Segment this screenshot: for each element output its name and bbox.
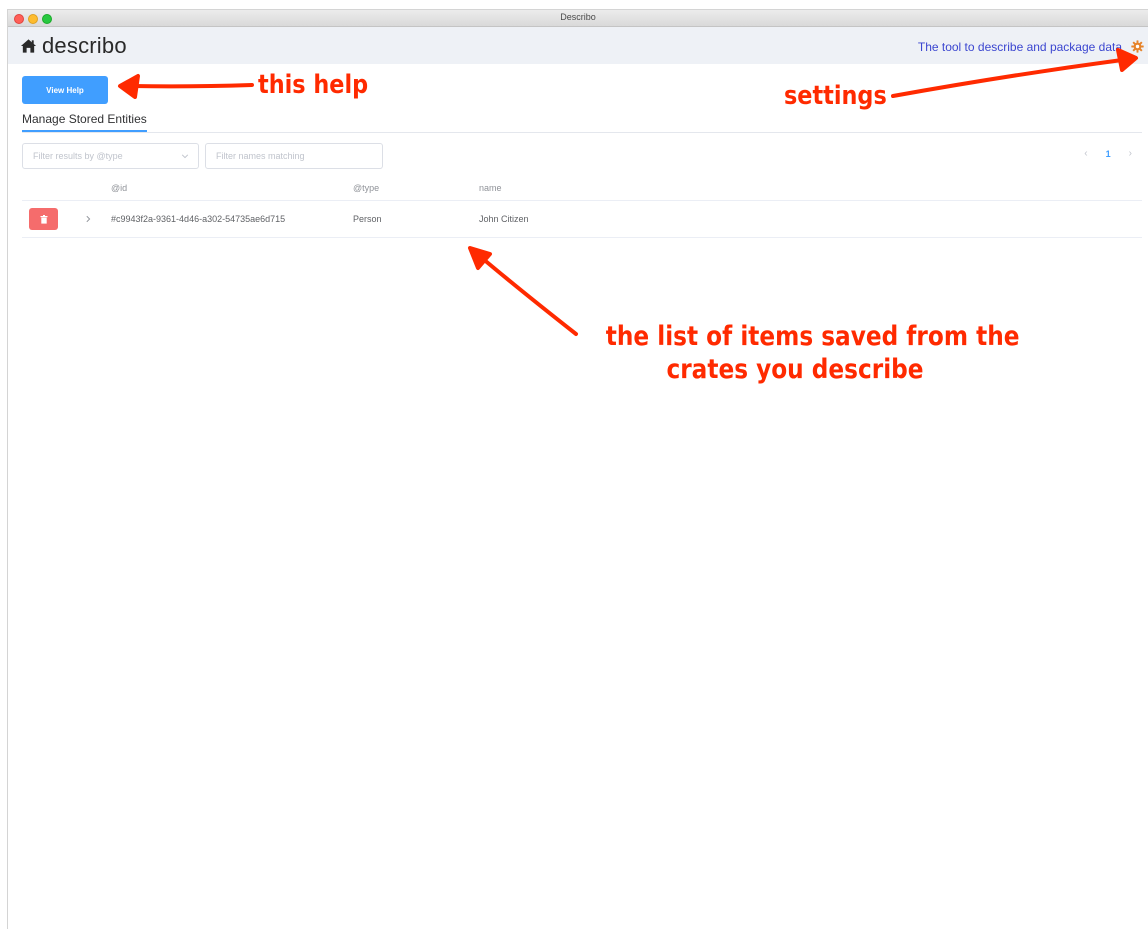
- view-help-button[interactable]: View Help: [22, 76, 108, 104]
- entity-name: John Citizen: [479, 214, 529, 224]
- tagline-link[interactable]: The tool to describe and package data: [918, 40, 1122, 54]
- app-header: describo The tool to describe and packag…: [8, 27, 1148, 64]
- entity-id: #c9943f2a-9361-4d46-a302-54735ae6d715: [111, 214, 286, 224]
- entities-table: @id @type name #c9943f2a-9361-4d46-a302-…: [22, 175, 1142, 238]
- window-titlebar: Describo: [8, 10, 1148, 27]
- next-page-button[interactable]: ›: [1129, 148, 1132, 159]
- tab-bar: Manage Stored Entities: [22, 110, 1142, 133]
- brand-link[interactable]: describo: [20, 33, 127, 59]
- page-number[interactable]: 1: [1106, 149, 1111, 159]
- home-icon: [20, 39, 37, 53]
- window-title: Describo: [560, 12, 596, 22]
- brand-name: describo: [42, 33, 127, 58]
- column-header-type[interactable]: @type: [353, 183, 379, 193]
- chevron-right-icon[interactable]: [84, 215, 92, 223]
- column-header-name[interactable]: name: [479, 183, 502, 193]
- delete-entity-button[interactable]: [29, 208, 58, 230]
- type-filter-select[interactable]: Filter results by @type: [22, 143, 199, 169]
- entity-type: Person: [353, 214, 382, 224]
- pagination: ‹ 1 ›: [1084, 148, 1132, 159]
- name-filter-input[interactable]: Filter names matching: [205, 143, 383, 169]
- app-window: Describo describo The tool to describe a…: [7, 9, 1148, 929]
- table-row[interactable]: #c9943f2a-9361-4d46-a302-54735ae6d715 Pe…: [22, 201, 1142, 238]
- chevron-down-icon: [181, 154, 189, 159]
- prev-page-button[interactable]: ‹: [1084, 148, 1087, 159]
- column-header-id[interactable]: @id: [111, 183, 127, 193]
- tab-manage-stored-entities[interactable]: Manage Stored Entities: [22, 112, 147, 132]
- name-filter-placeholder: Filter names matching: [216, 151, 305, 161]
- gear-icon[interactable]: [1131, 40, 1144, 53]
- type-filter-placeholder: Filter results by @type: [33, 151, 123, 161]
- trash-icon: [40, 214, 47, 224]
- table-header: @id @type name: [22, 175, 1142, 201]
